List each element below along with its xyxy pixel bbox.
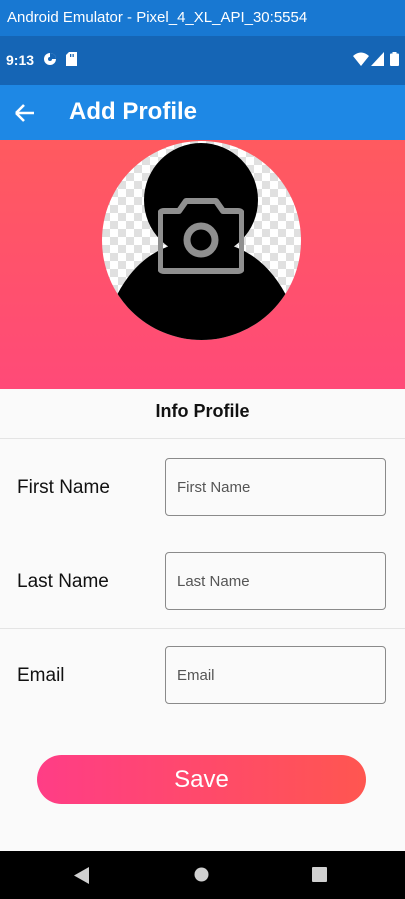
divider — [0, 628, 405, 629]
last-name-label: Last Name — [17, 571, 109, 592]
back-arrow-icon[interactable] — [10, 98, 40, 128]
profile-header — [0, 140, 405, 389]
status-bar: 9:13 — [0, 36, 405, 85]
status-time: 9:13 — [6, 52, 35, 68]
window-title: Android Emulator - Pixel_4_XL_API_30:555… — [0, 0, 405, 36]
email-input[interactable] — [165, 646, 386, 704]
app-bar: Add Profile — [0, 85, 405, 140]
nav-home-icon[interactable] — [194, 867, 209, 882]
nav-back-icon[interactable] — [74, 867, 90, 884]
email-label: Email — [17, 665, 65, 686]
nav-recents-icon[interactable] — [312, 867, 327, 882]
signal-icon — [371, 52, 384, 66]
first-name-input[interactable] — [165, 458, 386, 516]
data-saver-icon — [44, 53, 56, 65]
battery-icon — [390, 52, 399, 66]
page-title: Add Profile — [69, 98, 198, 125]
system-nav-bar — [0, 851, 405, 899]
sd-card-icon — [66, 52, 77, 66]
save-button[interactable]: Save — [37, 755, 366, 804]
first-name-label: First Name — [17, 477, 110, 498]
section-title: Info Profile — [0, 389, 405, 439]
last-name-input[interactable] — [165, 552, 386, 610]
camera-icon[interactable] — [158, 197, 244, 275]
wifi-icon — [353, 52, 369, 66]
